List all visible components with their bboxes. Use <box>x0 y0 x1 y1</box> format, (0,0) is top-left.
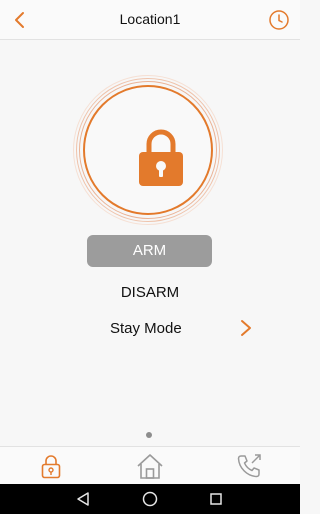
tab-calls[interactable] <box>234 451 264 481</box>
history-button[interactable] <box>268 9 290 31</box>
phone-call-icon <box>237 454 261 478</box>
disarm-button[interactable]: DISARM <box>0 284 300 301</box>
system-recent-apps-button[interactable] <box>207 490 225 508</box>
bottom-tab-bar <box>0 446 300 484</box>
system-back-button[interactable] <box>74 490 92 508</box>
top-app-bar: Location1 <box>0 0 300 40</box>
home-circle-icon <box>142 491 158 507</box>
chevron-right-icon <box>241 320 251 336</box>
arm-status-indicator <box>73 75 223 225</box>
tab-home[interactable] <box>135 451 165 481</box>
back-triangle-icon <box>77 492 89 506</box>
page-title: Location1 <box>119 11 181 27</box>
tab-security[interactable] <box>36 451 66 481</box>
stay-mode-label: Stay Mode <box>110 320 182 337</box>
system-home-button[interactable] <box>141 490 159 508</box>
arm-button[interactable]: ARM <box>87 235 212 267</box>
clock-icon <box>269 10 289 30</box>
system-navigation-bar <box>0 484 300 514</box>
page-indicator-dot <box>146 432 152 438</box>
padlock-icon <box>139 129 183 186</box>
lock-tab-icon <box>41 455 61 479</box>
recent-square-icon <box>210 493 222 505</box>
stay-mode-option[interactable]: Stay Mode <box>100 315 260 341</box>
home-icon <box>137 454 163 479</box>
lock-toggle-button[interactable] <box>83 85 213 215</box>
